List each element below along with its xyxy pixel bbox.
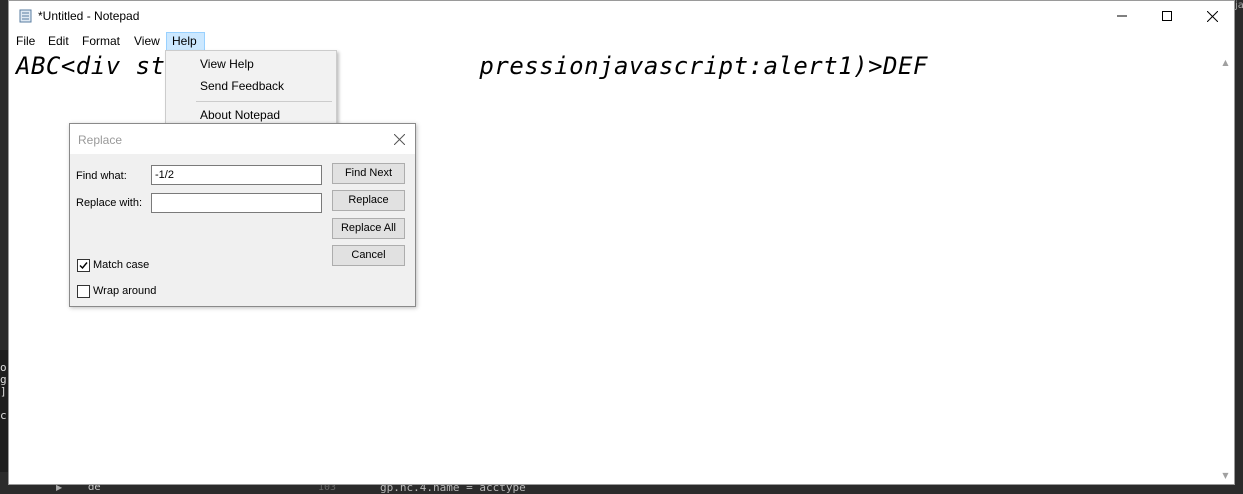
scroll-down-icon[interactable]: ▼ <box>1217 467 1234 484</box>
background-editor-strip: ▶ de 103 gp.nc.4.name = acctype <box>0 481 1243 494</box>
replace-button[interactable]: Replace <box>332 190 405 211</box>
wrap-around-label: Wrap around <box>93 285 157 297</box>
help-menu-dropdown: View Help Send Feedback About Notepad <box>165 50 337 129</box>
notepad-icon <box>19 9 32 23</box>
close-icon <box>1206 10 1218 22</box>
background-terminal-strip: o g ] c <box>0 350 8 472</box>
find-what-label: Find what: <box>76 170 127 182</box>
dialog-title-bar[interactable]: Replace <box>70 124 415 154</box>
menu-edit[interactable]: Edit <box>43 32 74 51</box>
menu-item-about-notepad[interactable]: About Notepad <box>200 108 280 122</box>
editor-content: ABC<div sty pressionjavascript:alert1)>D… <box>16 52 928 80</box>
menu-format[interactable]: Format <box>77 32 125 51</box>
minimize-icon <box>1117 15 1127 17</box>
menu-separator <box>196 101 332 102</box>
close-icon <box>393 133 405 145</box>
match-case-label: Match case <box>93 259 150 271</box>
background-edge-label: ja <box>1235 0 1243 11</box>
menu-bar: File Edit Format View Help <box>9 31 1234 51</box>
close-button[interactable] <box>1189 1 1235 31</box>
checkmark-icon <box>79 262 88 270</box>
title-bar[interactable]: *Untitled - Notepad <box>9 1 1234 31</box>
dialog-close-button[interactable] <box>389 130 409 148</box>
maximize-icon <box>1162 11 1172 21</box>
vertical-scrollbar[interactable]: ▲ ▼ <box>1217 52 1234 484</box>
wrap-around-checkbox[interactable] <box>77 285 90 298</box>
menu-help[interactable]: Help <box>166 32 205 51</box>
scroll-up-icon[interactable]: ▲ <box>1217 54 1234 71</box>
replace-with-input[interactable] <box>151 193 322 213</box>
replace-with-label: Replace with: <box>76 197 143 209</box>
replace-dialog: Replace Find what: -1/2 Replace with: Fi… <box>69 123 416 307</box>
maximize-button[interactable] <box>1144 1 1190 31</box>
match-case-checkbox[interactable] <box>77 259 90 272</box>
minimize-button[interactable] <box>1099 1 1145 31</box>
cancel-button[interactable]: Cancel <box>332 245 405 266</box>
menu-file[interactable]: File <box>11 32 40 51</box>
window-title: *Untitled - Notepad <box>38 9 140 23</box>
find-next-button[interactable]: Find Next <box>332 163 405 184</box>
menu-item-view-help[interactable]: View Help <box>200 57 254 71</box>
replace-all-button[interactable]: Replace All <box>332 218 405 239</box>
menu-item-send-feedback[interactable]: Send Feedback <box>200 79 284 93</box>
dialog-title: Replace <box>78 133 123 147</box>
menu-view[interactable]: View <box>129 32 165 51</box>
find-what-input[interactable]: -1/2 <box>151 165 322 185</box>
